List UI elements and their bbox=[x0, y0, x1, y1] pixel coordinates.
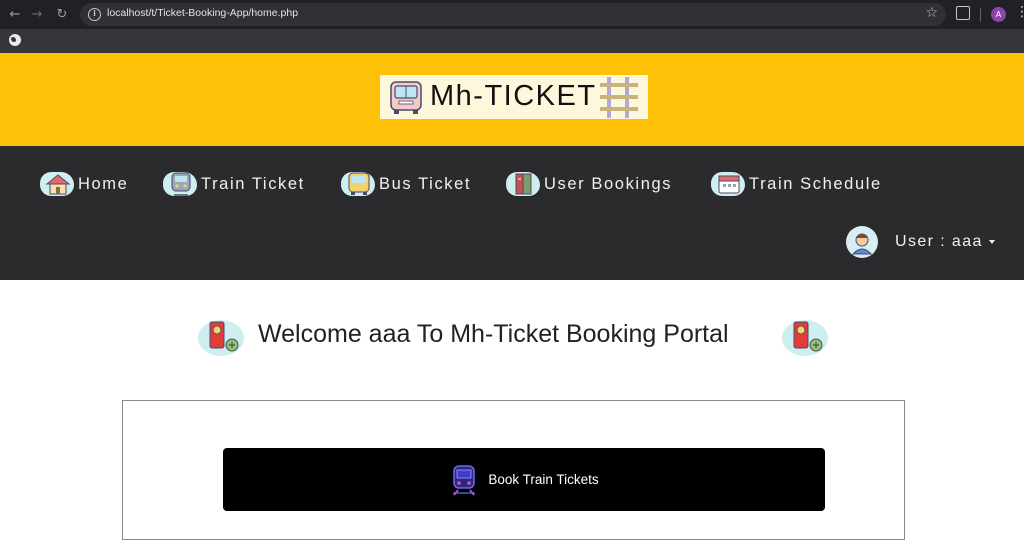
nav-train-ticket-label: Train Ticket bbox=[201, 174, 305, 193]
toolbar-divider bbox=[980, 8, 981, 22]
nav-bus-ticket-label: Bus Ticket bbox=[379, 174, 472, 193]
profile-avatar[interactable]: A bbox=[991, 7, 1006, 22]
welcome-heading: Welcome aaa To Mh-Ticket Booking Portal bbox=[258, 320, 729, 348]
nav-user-bookings-label: User Bookings bbox=[544, 174, 673, 193]
nav-item-train-ticket[interactable]: Train Ticket bbox=[163, 168, 305, 200]
reload-icon[interactable]: ↻ bbox=[53, 6, 71, 24]
ticket-icon-left bbox=[198, 320, 244, 356]
forward-icon[interactable]: → bbox=[28, 6, 46, 24]
home-icon bbox=[40, 168, 76, 200]
bookmarks-bar bbox=[0, 29, 1024, 53]
schedule-icon bbox=[711, 168, 747, 200]
globe-icon[interactable] bbox=[9, 34, 21, 46]
nav-home-label: Home bbox=[78, 174, 129, 193]
nav-train-schedule-label: Train Schedule bbox=[749, 174, 882, 193]
metro-train-icon bbox=[453, 464, 476, 496]
nav-item-bus-ticket[interactable]: Bus Ticket bbox=[341, 168, 471, 200]
ticket-icon-right bbox=[782, 320, 828, 356]
browser-menu-icon[interactable]: ⋮ bbox=[1015, 4, 1024, 20]
back-icon[interactable]: ← bbox=[6, 6, 24, 24]
url-text[interactable]: localhost/t/Ticket-Booking-App/home.php bbox=[107, 7, 298, 19]
welcome-banner: Welcome aaa To Mh-Ticket Booking Portal bbox=[196, 312, 836, 358]
main-nav: Home Train Ticket Bus Ticket User Bookin… bbox=[0, 146, 1024, 280]
railway-track-icon bbox=[600, 77, 638, 118]
user-name-label: User : aaa bbox=[895, 233, 983, 250]
bookmark-star-icon[interactable]: ☆ bbox=[925, 5, 938, 21]
user-dropdown[interactable]: User : aaa bbox=[846, 226, 995, 258]
book-train-tickets-button[interactable]: Book Train Tickets bbox=[223, 448, 825, 511]
site-info-icon[interactable]: i bbox=[88, 8, 101, 21]
bus-logo-icon bbox=[390, 81, 422, 114]
nav-item-home[interactable]: Home bbox=[40, 168, 128, 200]
book-train-tickets-label: Book Train Tickets bbox=[488, 472, 599, 487]
browser-toolbar: ← → ↻ i localhost/t/Ticket-Booking-App/h… bbox=[0, 0, 1024, 29]
site-logo[interactable]: Mh-TICKET bbox=[380, 75, 648, 119]
bus-icon bbox=[341, 168, 377, 200]
extensions-icon[interactable] bbox=[956, 6, 970, 20]
brand-header: Mh-TICKET bbox=[0, 53, 1024, 146]
caret-down-icon bbox=[988, 240, 995, 244]
nav-item-train-schedule[interactable]: Train Schedule bbox=[711, 168, 882, 200]
bookings-icon bbox=[506, 168, 542, 200]
address-bar[interactable]: i localhost/t/Ticket-Booking-App/home.ph… bbox=[80, 3, 946, 26]
nav-item-user-bookings[interactable]: User Bookings bbox=[506, 168, 672, 200]
user-avatar-icon bbox=[846, 226, 878, 258]
booking-card: Book Train Tickets bbox=[122, 400, 905, 540]
train-icon bbox=[163, 168, 199, 200]
brand-name: Mh-TICKET bbox=[430, 80, 597, 112]
